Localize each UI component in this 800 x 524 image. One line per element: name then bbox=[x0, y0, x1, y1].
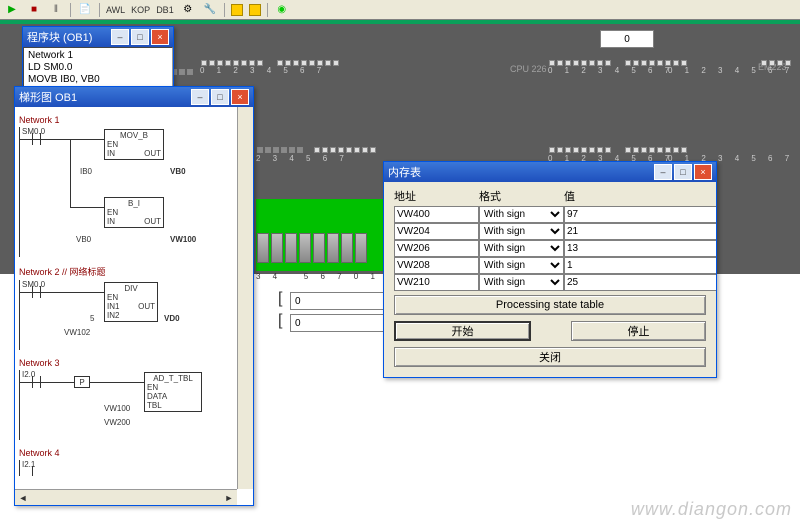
led-legend: 0 1 2 3 4 5 6 7 bbox=[200, 66, 326, 75]
bracket-icon: [ bbox=[278, 290, 282, 308]
format-select[interactable]: With sign bbox=[479, 240, 564, 257]
block-div: DIV EN IN1OUT IN2 bbox=[104, 282, 158, 322]
window-title: 梯形图 OB1 bbox=[19, 89, 77, 105]
memory-table-row: With sign bbox=[394, 223, 706, 240]
value-input[interactable] bbox=[564, 206, 716, 223]
block-adt: AD_T_TBL EN DATA TBL bbox=[144, 372, 202, 412]
run-led-icon[interactable]: ◉ bbox=[274, 2, 290, 18]
value-input[interactable] bbox=[564, 240, 716, 257]
minimize-button[interactable]: – bbox=[654, 164, 672, 180]
network-title: Network 1 bbox=[19, 115, 249, 125]
led-legend: 0 1 2 3 4 5 6 7 bbox=[548, 66, 674, 75]
network-title: Network 2 // 网络标题 bbox=[19, 265, 249, 278]
format-select[interactable]: With sign bbox=[479, 206, 564, 223]
network-title: Network 4 bbox=[19, 448, 249, 458]
format-select[interactable]: With sign bbox=[479, 274, 564, 291]
maximize-button[interactable]: □ bbox=[674, 164, 692, 180]
network-title: Network 3 bbox=[19, 358, 249, 368]
pause-icon[interactable]: ‖ bbox=[48, 2, 64, 18]
toolbar-text-db1[interactable]: DB1 bbox=[156, 5, 174, 15]
window-icon[interactable] bbox=[231, 4, 243, 16]
config-icon[interactable]: 🔧 bbox=[202, 2, 218, 18]
processing-button[interactable]: Processing state table bbox=[394, 295, 706, 315]
memory-table-titlebar[interactable]: 内存表 – □ × bbox=[384, 162, 716, 182]
led-legend: 2 3 4 5 6 7 bbox=[256, 154, 349, 163]
ladder-rung: I2.1 bbox=[19, 460, 249, 476]
program-block-titlebar[interactable]: 程序块 (OB1) – □ × bbox=[23, 27, 173, 47]
cpu-label: CPU 226 bbox=[510, 64, 547, 74]
close-button[interactable]: × bbox=[694, 164, 712, 180]
addr-input[interactable] bbox=[394, 206, 479, 223]
ladder-rung: I2.0 P AD_T_TBL EN DATA TBL VW100 VW200 bbox=[19, 370, 249, 440]
led-row bbox=[200, 57, 340, 65]
addr-input[interactable] bbox=[394, 240, 479, 257]
format-select[interactable]: With sign bbox=[479, 223, 564, 240]
addr-input[interactable] bbox=[394, 274, 479, 291]
led-legend: 0 1 2 3 4 5 6 7 bbox=[668, 66, 794, 75]
ladder-rung: SM0.0 MOV_B EN INOUT IB0 VB0 B_I EN INOU… bbox=[19, 127, 249, 257]
tool-icon[interactable]: 📄 bbox=[77, 2, 93, 18]
vertical-scrollbar[interactable] bbox=[237, 107, 253, 489]
start-button[interactable]: 开始 bbox=[394, 321, 531, 341]
edge-p: P bbox=[74, 376, 90, 388]
value-input[interactable] bbox=[564, 274, 716, 291]
led-row bbox=[548, 144, 688, 152]
block-movb: MOV_B EN INOUT bbox=[104, 129, 164, 160]
terminal-block bbox=[256, 199, 386, 271]
window-title: 内存表 bbox=[388, 164, 421, 180]
format-select[interactable]: With sign bbox=[479, 257, 564, 274]
watermark: www.diangon.com bbox=[631, 499, 792, 520]
toolbar-text-awl[interactable]: AWL bbox=[106, 5, 125, 15]
memory-table-row: With sign bbox=[394, 257, 706, 274]
led-row bbox=[760, 57, 792, 65]
bracket-icon: [ bbox=[278, 312, 282, 330]
main-toolbar: ▶ ■ ‖ 📄 AWL KOP DB1 ⚙ 🔧 ◉ bbox=[0, 0, 800, 20]
stop-icon[interactable]: ■ bbox=[26, 2, 42, 18]
close-dialog-button[interactable]: 关闭 bbox=[394, 347, 706, 367]
block-bi: B_I EN INOUT bbox=[104, 197, 164, 228]
led-row bbox=[256, 144, 377, 152]
value-input[interactable] bbox=[564, 257, 716, 274]
maximize-button[interactable]: □ bbox=[211, 89, 229, 105]
ladder-diagram-window: 梯形图 OB1 – □ × Network 1 SM0.0 MOV_B EN I… bbox=[14, 86, 254, 506]
minimize-button[interactable]: – bbox=[191, 89, 209, 105]
plc-value-display: 0 bbox=[600, 30, 654, 48]
memory-table-dialog: 内存表 – □ × 地址 格式 值 With signWith signWith… bbox=[383, 161, 717, 378]
memory-table-row: With sign bbox=[394, 206, 706, 223]
stop-button[interactable]: 停止 bbox=[571, 321, 706, 341]
value-input[interactable] bbox=[564, 223, 716, 240]
settings-icon[interactable]: ⚙ bbox=[180, 2, 196, 18]
close-button[interactable]: × bbox=[231, 89, 249, 105]
ladder-titlebar[interactable]: 梯形图 OB1 – □ × bbox=[15, 87, 253, 107]
addr-input[interactable] bbox=[394, 223, 479, 240]
run-icon[interactable]: ▶ bbox=[4, 2, 20, 18]
memory-table-row: With sign bbox=[394, 240, 706, 257]
maximize-button[interactable]: □ bbox=[131, 29, 149, 45]
minimize-button[interactable]: – bbox=[111, 29, 129, 45]
ladder-rung: SM0.0 DIV EN IN1OUT IN2 5 VD0 VW102 bbox=[19, 280, 249, 350]
horizontal-scrollbar[interactable]: ◄► bbox=[15, 489, 237, 505]
addr-input[interactable] bbox=[394, 257, 479, 274]
window-title: 程序块 (OB1) bbox=[27, 29, 92, 45]
memory-table-row: With sign bbox=[394, 274, 706, 291]
close-button[interactable]: × bbox=[151, 29, 169, 45]
memory-table-header: 地址 格式 值 bbox=[394, 188, 706, 204]
window-icon-2[interactable] bbox=[249, 4, 261, 16]
toolbar-text-kop[interactable]: KOP bbox=[131, 5, 150, 15]
led-row bbox=[548, 57, 688, 65]
